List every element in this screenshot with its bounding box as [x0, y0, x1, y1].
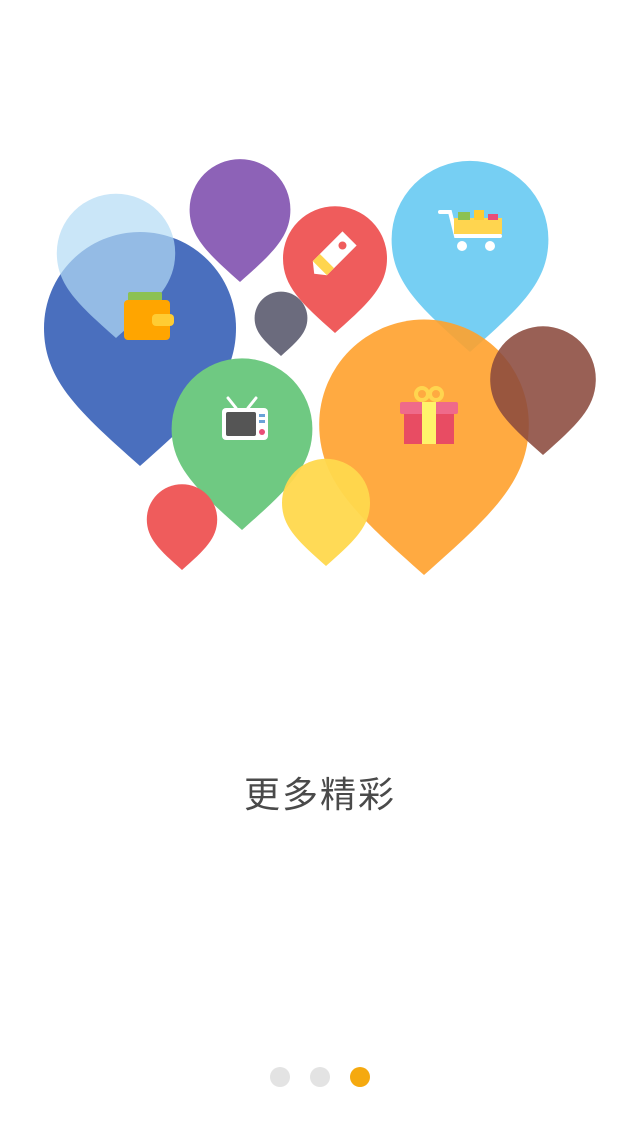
balloon-grey	[254, 291, 308, 356]
balloon-small-red	[146, 484, 218, 570]
balloon-illustration	[43, 159, 596, 575]
page-indicator	[270, 1067, 370, 1087]
onboarding-screen: 更多精彩	[0, 0, 640, 1136]
balloon-yellow	[282, 458, 370, 566]
page-dot-1[interactable]	[270, 1067, 290, 1087]
page-dot-3-active[interactable]	[350, 1067, 370, 1087]
page-title: 更多精彩	[243, 775, 396, 816]
page-dot-2[interactable]	[310, 1067, 330, 1087]
